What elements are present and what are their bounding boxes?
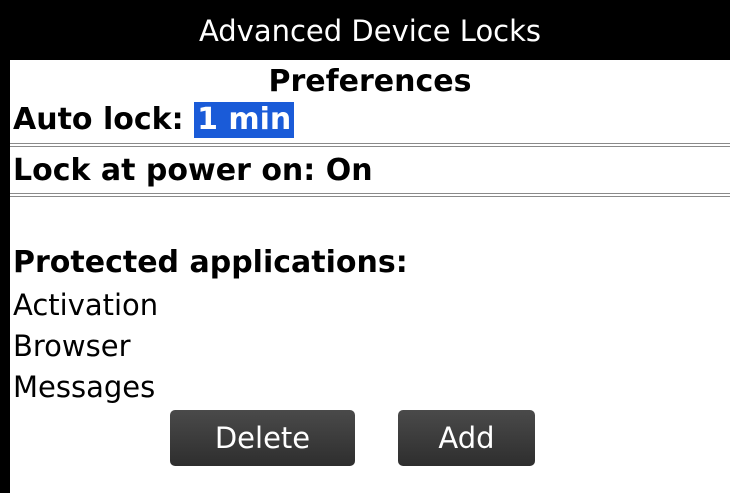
- delete-button[interactable]: Delete: [170, 410, 355, 466]
- auto-lock-label: Auto lock:: [13, 102, 184, 137]
- list-item[interactable]: Messages: [13, 367, 158, 408]
- list-item[interactable]: Browser: [13, 326, 158, 367]
- add-button[interactable]: Add: [398, 410, 535, 466]
- field-separator: [10, 143, 730, 147]
- lock-at-power-on-value[interactable]: On: [326, 151, 373, 191]
- auto-lock-value[interactable]: 1 min: [194, 102, 295, 138]
- title-bar: Advanced Device Locks: [10, 0, 730, 60]
- protected-apps-heading: Protected applications:: [13, 245, 408, 280]
- field-separator: [10, 193, 730, 197]
- device-screen: Advanced Device Locks Preferences Auto l…: [0, 0, 730, 493]
- protected-apps-list: Activation Browser Messages: [13, 285, 158, 408]
- auto-lock-field[interactable]: Auto lock: 1 min: [13, 100, 295, 140]
- lock-at-power-on-field[interactable]: Lock at power on: On: [13, 151, 373, 191]
- window-title: Advanced Device Locks: [198, 14, 542, 48]
- lock-at-power-on-label: Lock at power on:: [13, 153, 316, 188]
- preferences-screen: Preferences Auto lock: 1 min Lock at pow…: [10, 60, 730, 493]
- list-item[interactable]: Activation: [13, 285, 158, 326]
- preferences-heading: Preferences: [268, 64, 472, 99]
- left-border: [0, 0, 10, 493]
